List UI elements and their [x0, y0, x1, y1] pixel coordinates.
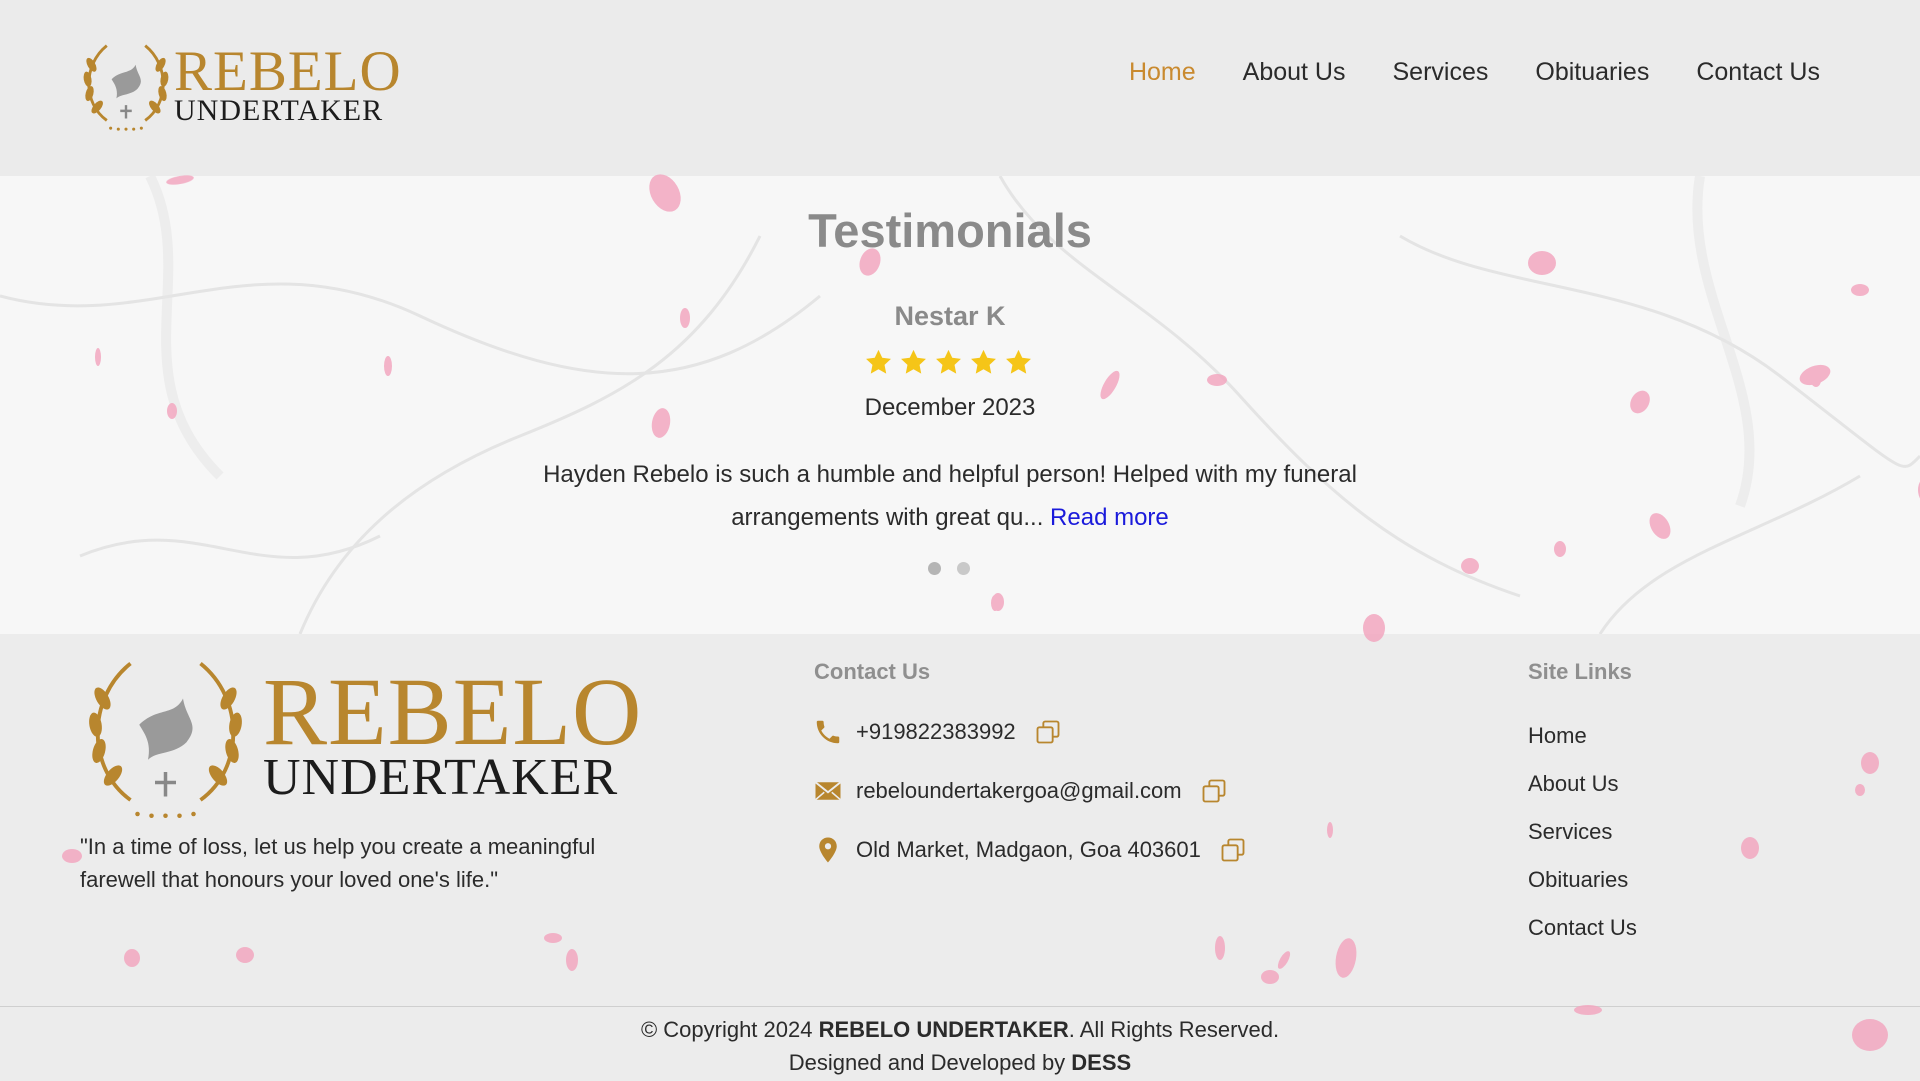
main-nav: Home About Us Services Obituaries Contac…	[1129, 58, 1820, 87]
footer-link-obituaries[interactable]: Obituaries	[1528, 867, 1637, 893]
footer-logo[interactable]: REBELO UNDERTAKER	[78, 646, 642, 821]
brand-subtitle: UNDERTAKER	[174, 93, 384, 127]
header-logo[interactable]: REBELO UNDERTAKER	[78, 36, 402, 132]
footer-link-about-us[interactable]: About Us	[1528, 771, 1637, 797]
rating-stars	[864, 348, 1033, 377]
star-icon	[936, 349, 961, 374]
site-links-title: Site Links	[1528, 659, 1632, 684]
nav-home[interactable]: Home	[1129, 58, 1196, 87]
review-text: Hayden Rebelo is such a humble and helpf…	[540, 453, 1360, 539]
contact-phone: +919822383992	[812, 716, 1062, 748]
phone-icon	[812, 716, 844, 748]
nav-obituaries[interactable]: Obituaries	[1535, 58, 1649, 87]
footer-quote: "In a time of loss, let us help you crea…	[80, 834, 596, 892]
copyright-bar: © Copyright 2024 REBELO UNDERTAKER. All …	[0, 1006, 1920, 1081]
nav-contact-us[interactable]: Contact Us	[1696, 58, 1820, 87]
footer-brand-subtitle: UNDERTAKER	[263, 748, 619, 806]
copy-icon[interactable]	[1034, 718, 1062, 746]
developer-name: DESS	[1071, 1050, 1132, 1075]
testimonials-title: Testimonials	[808, 204, 1092, 257]
star-icon	[901, 349, 926, 374]
dove-icon	[139, 698, 193, 760]
star-icon	[971, 349, 996, 374]
copyright-brand: REBELO UNDERTAKER	[818, 1017, 1069, 1042]
footer-link-home[interactable]: Home	[1528, 723, 1637, 749]
copyright-suffix: . All Rights Reserved.	[1068, 1017, 1280, 1042]
laurel-wreath-icon	[89, 661, 242, 819]
read-more-link[interactable]: Read more	[1050, 504, 1169, 531]
footer-link-services[interactable]: Services	[1528, 819, 1637, 845]
carousel-dots	[928, 562, 970, 575]
location-pin-icon	[812, 834, 844, 866]
designed-prefix: Designed and Developed by	[788, 1050, 1072, 1075]
email-address[interactable]: rebeloundertakergoa@gmail.com	[856, 778, 1182, 804]
nav-about-us[interactable]: About Us	[1243, 58, 1346, 87]
mail-icon	[812, 775, 844, 807]
copyright-line: © Copyright 2024 REBELO UNDERTAKER. All …	[0, 1013, 1920, 1046]
copy-icon[interactable]	[1219, 836, 1247, 864]
review-date: December 2023	[864, 394, 1036, 421]
laurel-wreath-icon	[83, 44, 169, 131]
footer-link-contact-us[interactable]: Contact Us	[1528, 915, 1637, 941]
developer-line: Designed and Developed by DESS	[0, 1046, 1920, 1079]
site-header: REBELO UNDERTAKER Home About Us Services…	[0, 0, 1920, 176]
reviewer-name: Nestar K	[894, 301, 1006, 331]
carousel-dot-1[interactable]	[928, 562, 941, 575]
footer-brand-name: REBELO	[263, 657, 643, 765]
review-excerpt: Hayden Rebelo is such a humble and helpf…	[543, 461, 1357, 531]
star-icon	[1006, 349, 1031, 374]
star-icon	[866, 349, 891, 374]
phone-number[interactable]: +919822383992	[856, 719, 1016, 745]
brand-name: REBELO	[174, 39, 402, 103]
dove-icon	[111, 64, 141, 99]
testimonials-section: Testimonials Nestar K December 2023 Hayd…	[0, 176, 1920, 634]
site-links: Home About Us Services Obituaries Contac…	[1528, 723, 1637, 941]
contact-email: rebeloundertakergoa@gmail.com	[812, 775, 1228, 807]
contact-address: Old Market, Madgaon, Goa 403601	[812, 834, 1247, 866]
carousel-dot-2[interactable]	[957, 562, 970, 575]
copy-icon[interactable]	[1200, 777, 1228, 805]
contact-title: Contact Us	[814, 659, 931, 684]
copyright-prefix: © Copyright 2024	[640, 1017, 819, 1042]
nav-services[interactable]: Services	[1393, 58, 1489, 87]
address-text[interactable]: Old Market, Madgaon, Goa 403601	[856, 837, 1201, 863]
